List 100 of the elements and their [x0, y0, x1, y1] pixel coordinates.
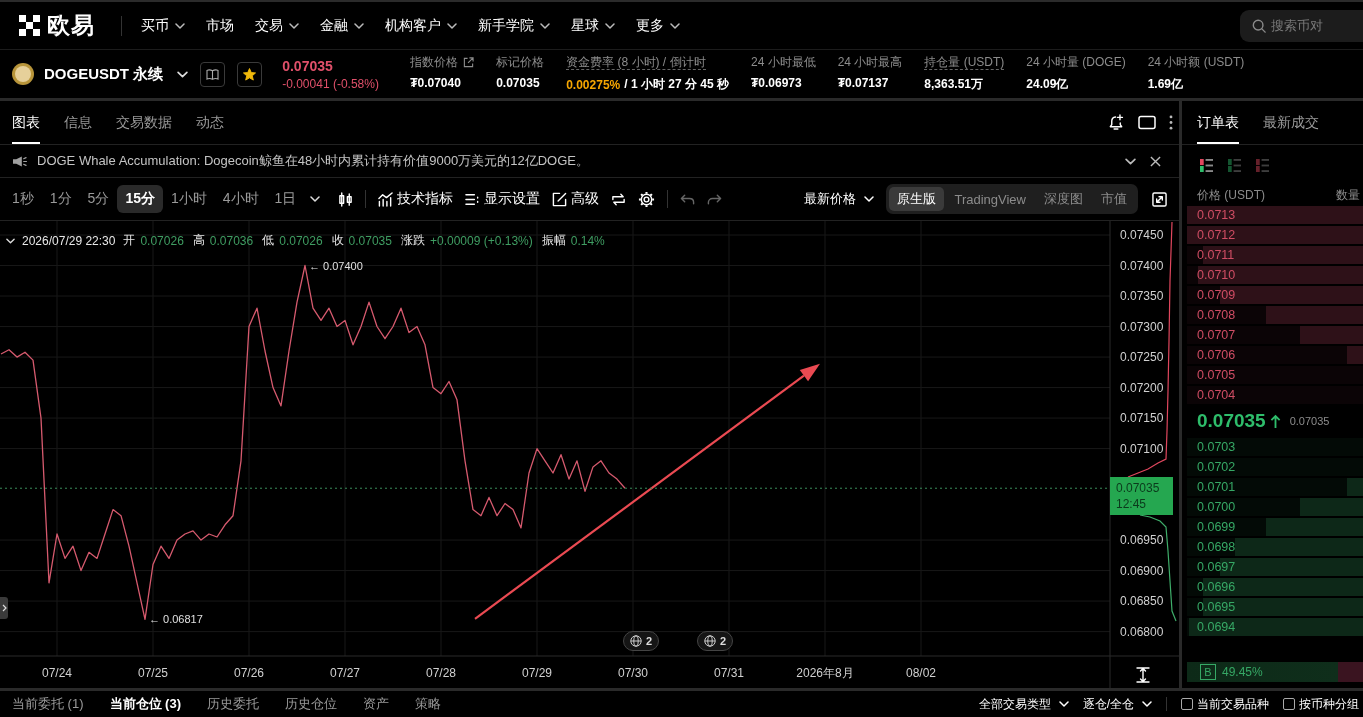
- book-tab[interactable]: 订单表: [1197, 101, 1239, 144]
- more-icon[interactable]: [1169, 115, 1173, 130]
- side-badge: B: [1200, 664, 1216, 680]
- settings-icon[interactable]: [638, 190, 656, 208]
- advanced-button[interactable]: 高级: [552, 190, 600, 208]
- nav-menu-item[interactable]: 新手学院: [478, 16, 550, 35]
- bottom-tab[interactable]: 历史仓位: [285, 695, 337, 713]
- bottom-tab[interactable]: 当前委托 (1): [12, 695, 84, 713]
- checkbox-label[interactable]: 按币种分组: [1299, 695, 1359, 713]
- legend-label: 涨跌: [401, 232, 425, 249]
- interval-tab[interactable]: 1分: [41, 185, 80, 213]
- filter-dropdown[interactable]: 全部交易类型: [978, 695, 1069, 713]
- nav-menu-item[interactable]: 市场: [206, 16, 234, 35]
- bid-price[interactable]: 0.0695: [1197, 600, 1236, 614]
- bid-price[interactable]: 0.0697: [1197, 560, 1236, 574]
- chevron-down-icon[interactable]: [177, 70, 189, 78]
- favorite-button[interactable]: [237, 61, 263, 87]
- list-icon: [465, 191, 481, 207]
- brand-name[interactable]: 欧易: [47, 10, 95, 41]
- column-header: 价格 (USDT): [1197, 186, 1265, 204]
- fit-height-icon[interactable]: [1136, 667, 1150, 683]
- bid-price[interactable]: 0.0699: [1197, 520, 1236, 534]
- indicators-button[interactable]: 技术指标: [378, 190, 454, 208]
- stat-label: 24 小时最高: [837, 55, 903, 70]
- price-source-dropdown[interactable]: 最新价格: [804, 190, 875, 208]
- mark-price: 0.07035: [1289, 415, 1330, 427]
- layout-icon[interactable]: [1200, 158, 1213, 172]
- panel-tab[interactable]: 动态: [196, 101, 224, 144]
- x-axis-label: 07/31: [714, 666, 744, 680]
- bid-price[interactable]: 0.0701: [1197, 480, 1236, 494]
- interval-tab[interactable]: 4小时: [214, 185, 267, 213]
- swap-icon[interactable]: [611, 191, 627, 207]
- panel-tab[interactable]: 信息: [64, 101, 92, 144]
- display-settings-button[interactable]: 显示设置: [465, 190, 541, 208]
- bell-plus-icon[interactable]: [1107, 114, 1125, 131]
- legend-label: 开: [123, 232, 136, 249]
- side-panel-toggle[interactable]: [0, 597, 8, 619]
- nav-menu-item[interactable]: 买币: [141, 16, 185, 35]
- window-icon[interactable]: [1138, 114, 1156, 131]
- bid-price[interactable]: 0.0700: [1197, 500, 1236, 514]
- bottom-tab[interactable]: 历史委托: [207, 695, 259, 713]
- interval-tab[interactable]: 1秒: [4, 185, 42, 213]
- ask-price[interactable]: 0.0705: [1197, 368, 1236, 382]
- bid-price[interactable]: 0.0703: [1197, 440, 1236, 454]
- close-icon[interactable]: [1150, 155, 1161, 167]
- event-marker[interactable]: 2: [623, 631, 660, 651]
- event-marker[interactable]: 2: [697, 631, 734, 651]
- nav-menu-item[interactable]: 更多: [636, 16, 680, 35]
- bottom-tab[interactable]: 策略: [415, 695, 441, 713]
- nav-menu-item[interactable]: 星球: [571, 16, 615, 35]
- info-button[interactable]: [200, 61, 226, 87]
- view-tab[interactable]: 深度图: [1036, 187, 1091, 211]
- interval-tab[interactable]: 1小时: [162, 185, 215, 213]
- legend-value: +0.00009 (+0.13%): [430, 233, 533, 248]
- search-field[interactable]: 搜索币对: [1240, 9, 1363, 42]
- view-tab[interactable]: 市值: [1093, 187, 1135, 211]
- interval-tab[interactable]: 5分: [79, 185, 118, 213]
- x-axis-label: 07/26: [234, 666, 264, 680]
- panel-tab[interactable]: 图表: [12, 101, 40, 144]
- bid-price[interactable]: 0.0698: [1197, 540, 1236, 554]
- external-link-icon[interactable]: [463, 57, 475, 68]
- symbol-name[interactable]: DOGEUSDT 永续: [44, 64, 164, 84]
- legend-label: 低: [262, 232, 275, 249]
- interval-tab[interactable]: 1日: [266, 185, 305, 213]
- view-tab[interactable]: 原生版: [889, 187, 945, 211]
- bid-price[interactable]: 0.0702: [1197, 460, 1236, 474]
- bid-price[interactable]: 0.0696: [1197, 580, 1236, 594]
- x-axis-label: 07/28: [426, 666, 456, 680]
- fullscreen-icon[interactable]: [1152, 191, 1167, 207]
- ask-price[interactable]: 0.0706: [1197, 348, 1236, 362]
- stat-value: 8,363.51万: [924, 76, 984, 93]
- bid-price[interactable]: 0.0694: [1197, 620, 1236, 634]
- nav-menu-item[interactable]: 交易: [255, 16, 299, 35]
- ask-price[interactable]: 0.0704: [1197, 388, 1236, 402]
- nav-menu-item[interactable]: 机构客户: [385, 16, 457, 35]
- filter-dropdown[interactable]: 逐仓/全仓: [1082, 695, 1152, 713]
- checkbox-label[interactable]: 当前交易品种: [1197, 695, 1269, 713]
- ask-price[interactable]: 0.0713: [1197, 208, 1236, 222]
- stat-value: ₮0.07137: [837, 76, 889, 90]
- chevron-down-icon[interactable]: [1125, 157, 1136, 165]
- view-tab[interactable]: TradingView: [946, 187, 1034, 211]
- checkbox[interactable]: [1283, 698, 1295, 710]
- ask-price[interactable]: 0.0708: [1197, 308, 1236, 322]
- ask-price[interactable]: 0.0712: [1197, 228, 1236, 242]
- bottom-tab[interactable]: 当前仓位 (3): [109, 695, 181, 713]
- panel-tab[interactable]: 交易数据: [116, 101, 172, 144]
- ask-price[interactable]: 0.0707: [1197, 328, 1236, 342]
- book-tab[interactable]: 最新成交: [1263, 101, 1319, 144]
- ask-price[interactable]: 0.0711: [1197, 248, 1235, 262]
- bottom-tab[interactable]: 资产: [363, 695, 389, 713]
- chevron-down-icon[interactable]: [310, 196, 321, 202]
- interval-tab[interactable]: 15分: [117, 185, 163, 213]
- logo-icon[interactable]: [19, 15, 40, 36]
- checkbox[interactable]: [1181, 698, 1193, 710]
- news-text[interactable]: DOGE Whale Accumulation: Dogecoin鲸鱼在48小时内累计持有价值9000万美元的12亿DOGE。: [37, 152, 589, 170]
- nav-menu-item[interactable]: 金融: [320, 16, 364, 35]
- ask-price[interactable]: 0.0709: [1197, 288, 1236, 302]
- ask-price[interactable]: 0.0710: [1197, 268, 1236, 282]
- chevron-down-icon[interactable]: [6, 237, 15, 244]
- candlestick-icon[interactable]: [338, 191, 354, 207]
